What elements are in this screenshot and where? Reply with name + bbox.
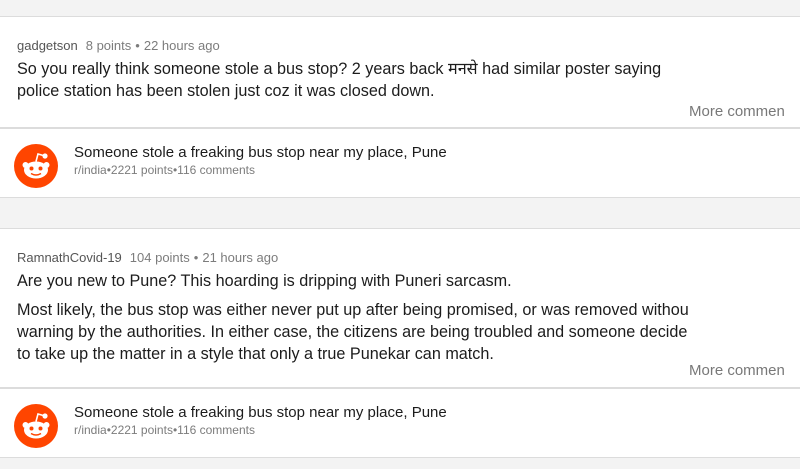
comment-line: police station has been stolen just coz … <box>17 82 435 100</box>
comment-card: RamnathCovid-19 104 points • 21 hours ago A… <box>0 228 800 388</box>
post-card[interactable]: Someone stole a freaking bus stop near m… <box>0 388 800 458</box>
meta-separator: • <box>193 250 199 265</box>
post-subreddit[interactable]: r/india <box>74 423 107 437</box>
comment-body: So you really think someone stole a bus … <box>17 58 661 102</box>
comment-line: Are you new to Pune? This hoarding is dr… <box>17 272 512 290</box>
reddit-snoo-icon <box>14 144 58 188</box>
reddit-snoo-icon <box>14 404 58 448</box>
comment-line: warning by the authorities. In either ca… <box>17 323 688 341</box>
post-title[interactable]: Someone stole a freaking bus stop near m… <box>74 404 447 421</box>
comment-meta: gadgetson 8 points • 22 hours ago <box>17 38 220 53</box>
post-subreddit[interactable]: r/india <box>74 163 107 177</box>
comment-points: 104 points <box>129 250 190 265</box>
meta-separator: • <box>135 38 140 53</box>
post-points: 2221 points <box>110 423 173 437</box>
post-comments-count[interactable]: 116 comments <box>177 423 255 437</box>
post-points: 2221 points <box>110 163 173 177</box>
post-card[interactable]: Someone stole a freaking bus stop near m… <box>0 128 800 198</box>
comment-meta: RamnathCovid-19 104 points • 21 hours ago <box>17 250 278 265</box>
post-title[interactable]: Someone stole a freaking bus stop near m… <box>74 144 447 161</box>
comment-author[interactable]: gadgetson <box>17 38 78 53</box>
more-comments-link[interactable]: More commen <box>689 103 785 120</box>
comment-line: to take up the matter in a style that on… <box>17 345 494 363</box>
comment-time: 22 hours ago <box>143 38 220 53</box>
comment-body: Are you new to Pune? This hoarding is dr… <box>17 270 689 365</box>
comment-points: 8 points <box>85 38 132 53</box>
post-meta: r/india•2221 points•116 comments <box>74 423 255 437</box>
comment-line: Most likely, the bus stop was either nev… <box>17 301 689 319</box>
comment-time: 21 hours ago <box>202 250 279 265</box>
post-meta: r/india•2221 points•116 comments <box>74 163 255 177</box>
comment-author[interactable]: RamnathCovid-19 <box>17 250 122 265</box>
comment-line: So you really think someone stole a bus … <box>17 60 662 78</box>
more-comments-link[interactable]: More commen <box>689 362 785 379</box>
post-comments-count[interactable]: 116 comments <box>177 163 255 177</box>
comment-card: gadgetson 8 points • 22 hours ago So you re… <box>0 16 800 128</box>
